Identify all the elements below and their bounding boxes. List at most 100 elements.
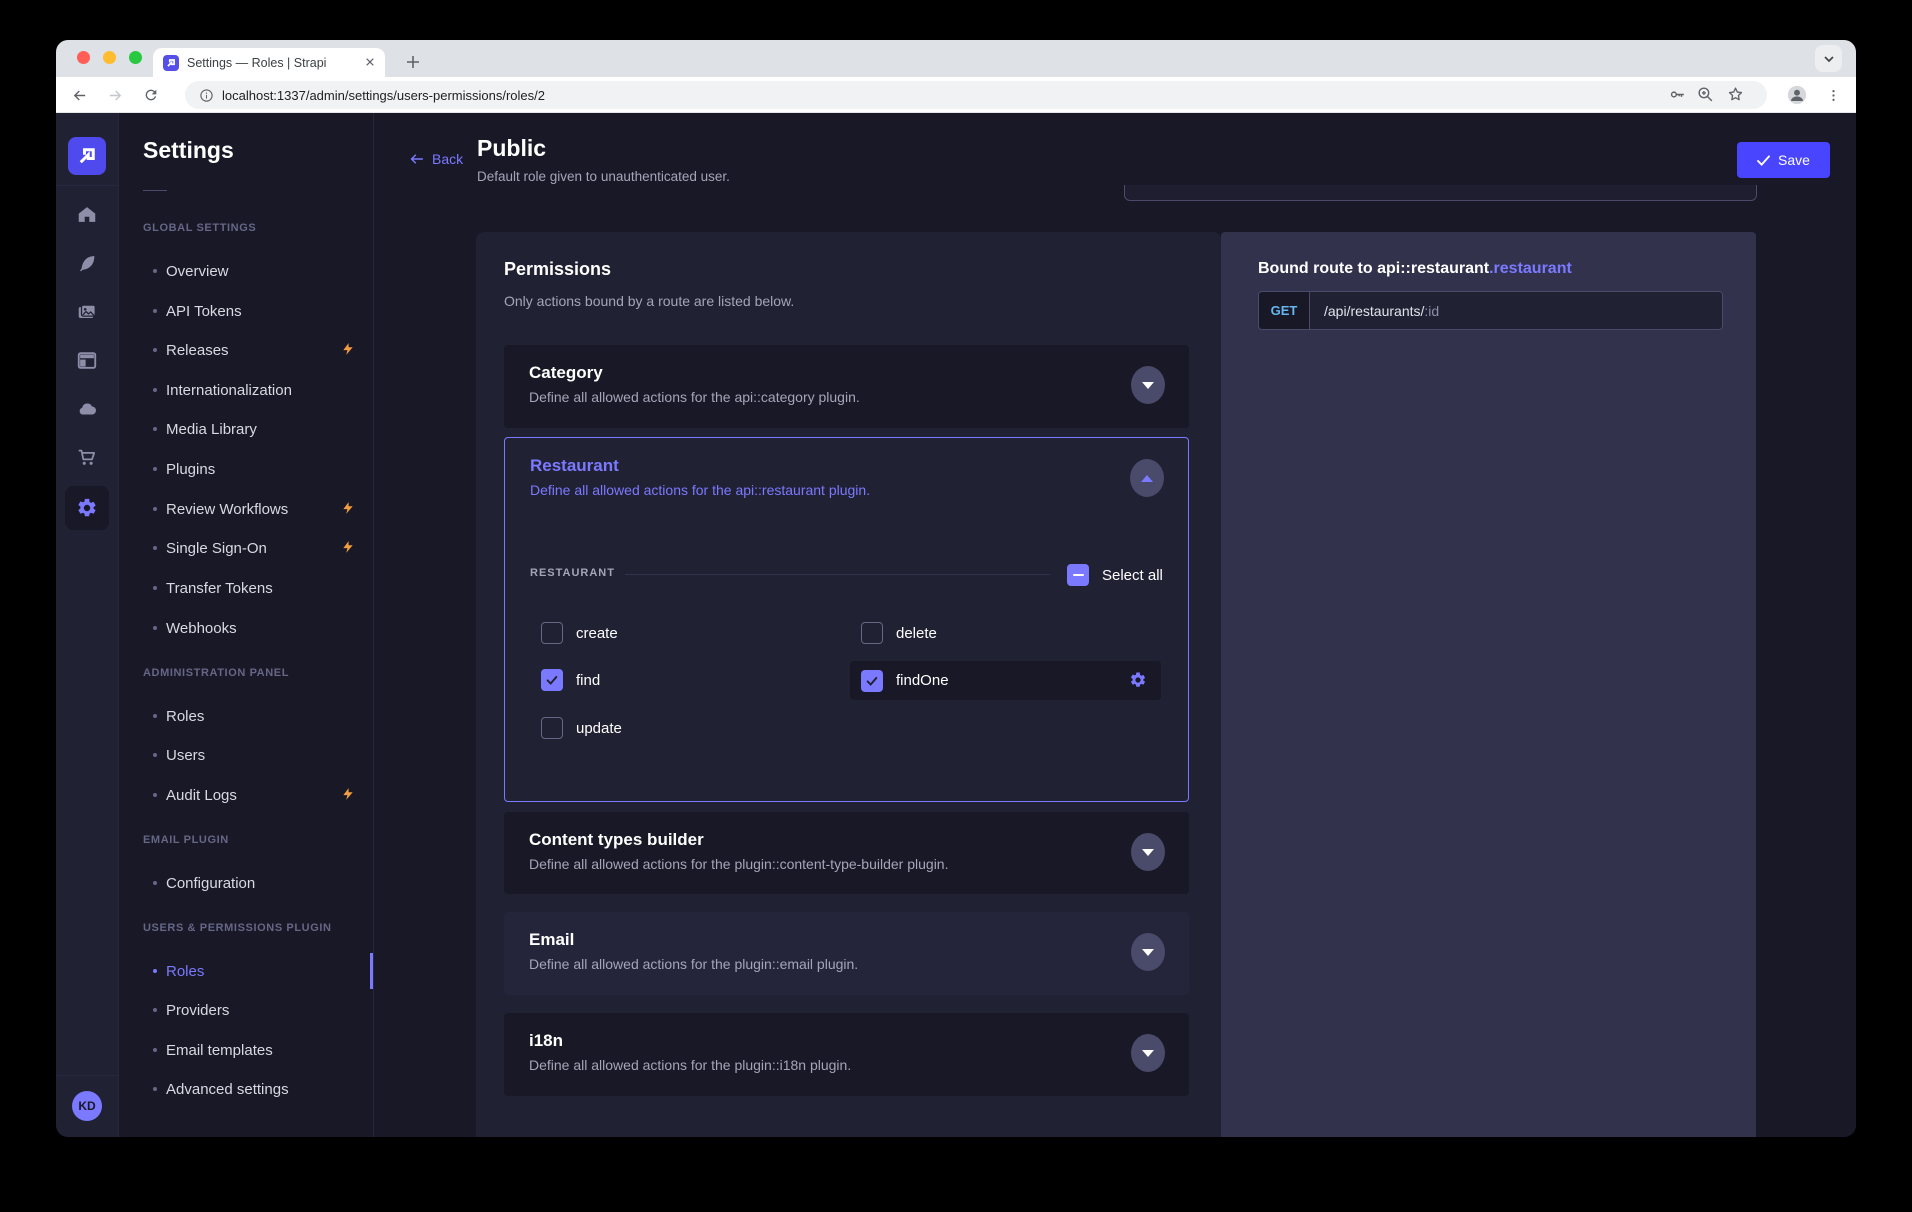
divider	[625, 574, 1050, 575]
home-icon[interactable]	[76, 204, 98, 231]
accordion-content-types-builder[interactable]: Content types builder Define all allowed…	[504, 812, 1189, 894]
bookmark-star-icon[interactable]	[1726, 85, 1745, 109]
new-tab-button[interactable]	[400, 49, 426, 75]
sidebar-item-plugins[interactable]: Plugins	[153, 459, 215, 479]
sidebar-item-webhooks[interactable]: Webhooks	[153, 618, 237, 638]
password-key-icon[interactable]	[1668, 85, 1687, 109]
reload-icon[interactable]	[138, 82, 164, 108]
route-path: /api/restaurants/:id	[1310, 292, 1722, 329]
accordion-email[interactable]: Email Define all allowed actions for the…	[504, 912, 1189, 995]
sidebar-item-api-tokens[interactable]: API Tokens	[153, 301, 242, 321]
sidebar-item-internationalization[interactable]: Internationalization	[153, 380, 292, 400]
checkbox-update[interactable]: update	[541, 717, 622, 739]
sidebar-item-email-templates[interactable]: Email templates	[153, 1040, 273, 1060]
sidebar-item-transfer-tokens[interactable]: Transfer Tokens	[153, 578, 273, 598]
section-email-plugin: EMAIL PLUGIN	[143, 834, 229, 846]
back-link[interactable]: Back	[408, 151, 463, 167]
settings-sub-nav: Settings GLOBAL SETTINGS Overview API To…	[119, 113, 374, 1137]
marketplace-cart-icon[interactable]	[76, 447, 98, 474]
page-info-icon[interactable]	[199, 88, 214, 103]
sidebar-item-media-library[interactable]: Media Library	[153, 419, 257, 439]
accordion-restaurant-title[interactable]: Restaurant	[530, 456, 619, 476]
zoom-page-icon[interactable]	[1696, 85, 1715, 109]
sidebar-item-review-workflows[interactable]: Review Workflows	[153, 499, 288, 519]
strapi-logo[interactable]	[68, 137, 106, 175]
unchecked-checkbox-icon[interactable]	[861, 622, 883, 644]
action-settings-gear-icon[interactable]	[1129, 671, 1147, 693]
restaurant-section-label: RESTAURANT	[530, 567, 615, 579]
lightning-icon	[341, 341, 355, 362]
checkbox-find[interactable]: find	[541, 669, 600, 691]
tab-title: Settings — Roles | Strapi	[187, 56, 365, 70]
tab-strip: Settings — Roles | Strapi	[56, 40, 1856, 77]
chevron-down-icon[interactable]	[1131, 366, 1165, 404]
permissions-panel: Permissions Only actions bound by a rout…	[476, 232, 1221, 1137]
save-button[interactable]: Save	[1737, 142, 1830, 178]
route-display: GET /api/restaurants/:id	[1258, 291, 1723, 330]
sidebar-item-configuration[interactable]: Configuration	[153, 873, 255, 893]
sidebar-item-users[interactable]: Users	[153, 745, 205, 765]
accordion-category[interactable]: Category Define all allowed actions for …	[504, 345, 1189, 428]
settings-nav-title: Settings	[143, 137, 234, 164]
unchecked-checkbox-icon[interactable]	[541, 717, 563, 739]
settings-gear-nav-icon[interactable]	[65, 486, 109, 530]
permissions-subtitle: Only actions bound by a route are listed…	[504, 293, 794, 309]
minimize-window-button[interactable]	[103, 51, 116, 64]
checked-checkbox-icon[interactable]	[861, 670, 883, 692]
page-subtitle: Default role given to unauthenticated us…	[477, 169, 730, 184]
lightning-icon	[341, 539, 355, 560]
cloud-icon[interactable]	[75, 397, 99, 426]
browser-window: Settings — Roles | Strapi localhost:1337…	[56, 40, 1856, 1137]
tab-close-icon[interactable]	[365, 54, 375, 72]
back-icon[interactable]	[66, 82, 92, 108]
accordion-restaurant: Restaurant Define all allowed actions fo…	[504, 437, 1189, 802]
checkbox-findone-selected-row[interactable]: findOne	[850, 661, 1161, 700]
browser-menu-icon[interactable]	[1820, 82, 1846, 108]
zoom-window-button[interactable]	[129, 51, 142, 64]
main-icon-nav: KD	[56, 113, 119, 1137]
main-content: Back Public Default role given to unauth…	[374, 113, 1856, 1137]
tab-search-button[interactable]	[1815, 45, 1842, 72]
user-avatar[interactable]: KD	[72, 1091, 102, 1121]
section-administration-panel: ADMINISTRATION PANEL	[143, 667, 289, 679]
sidebar-item-advanced-settings[interactable]: Advanced settings	[153, 1079, 289, 1099]
unchecked-checkbox-icon[interactable]	[541, 622, 563, 644]
bound-route-panel: Bound route to api::restaurant.restauran…	[1221, 232, 1756, 1137]
strapi-admin-app: KD Settings GLOBAL SETTINGS Overview API…	[56, 113, 1856, 1137]
sidebar-item-providers[interactable]: Providers	[153, 1000, 229, 1020]
section-global-settings: GLOBAL SETTINGS	[143, 222, 256, 234]
checked-checkbox-icon[interactable]	[541, 669, 563, 691]
select-all-checkbox[interactable]: Select all	[1067, 564, 1163, 586]
chevron-down-icon[interactable]	[1131, 1034, 1165, 1072]
close-window-button[interactable]	[77, 51, 90, 64]
chevron-down-icon[interactable]	[1131, 933, 1165, 971]
bound-route-title: Bound route to api::restaurant.restauran…	[1258, 260, 1572, 278]
sidebar-item-single-sign-on[interactable]: Single Sign-On	[153, 538, 267, 558]
chevron-down-icon[interactable]	[1131, 833, 1165, 871]
page-title: Public	[477, 135, 546, 162]
media-library-icon[interactable]	[76, 302, 98, 329]
browser-toolbar: localhost:1337/admin/settings/users-perm…	[56, 77, 1856, 113]
sidebar-item-admin-roles[interactable]: Roles	[153, 706, 204, 726]
lightning-icon	[341, 500, 355, 521]
content-type-builder-icon[interactable]	[76, 350, 98, 377]
sidebar-item-overview[interactable]: Overview	[153, 261, 229, 281]
description-field-bottom[interactable]	[1124, 185, 1757, 201]
permissions-title: Permissions	[504, 259, 611, 280]
section-users-permissions-plugin: USERS & PERMISSIONS PLUGIN	[143, 922, 332, 934]
browser-tab[interactable]: Settings — Roles | Strapi	[153, 48, 385, 77]
http-method-badge: GET	[1259, 292, 1310, 329]
url-text: localhost:1337/admin/settings/users-perm…	[222, 88, 545, 103]
accordion-i18n[interactable]: i18n Define all allowed actions for the …	[504, 1013, 1189, 1096]
sidebar-item-audit-logs[interactable]: Audit Logs	[153, 785, 237, 805]
profile-avatar-icon[interactable]	[1784, 82, 1810, 108]
indeterminate-checkbox-icon[interactable]	[1067, 564, 1089, 586]
content-manager-feather-icon[interactable]	[76, 253, 98, 280]
address-bar[interactable]: localhost:1337/admin/settings/users-perm…	[185, 81, 1767, 109]
sidebar-item-releases[interactable]: Releases	[153, 340, 229, 360]
forward-icon[interactable]	[102, 82, 128, 108]
checkbox-create[interactable]: create	[541, 622, 618, 644]
chevron-up-icon[interactable]	[1130, 459, 1164, 497]
checkbox-delete[interactable]: delete	[861, 622, 937, 644]
sidebar-item-up-roles[interactable]: Roles	[153, 961, 204, 981]
